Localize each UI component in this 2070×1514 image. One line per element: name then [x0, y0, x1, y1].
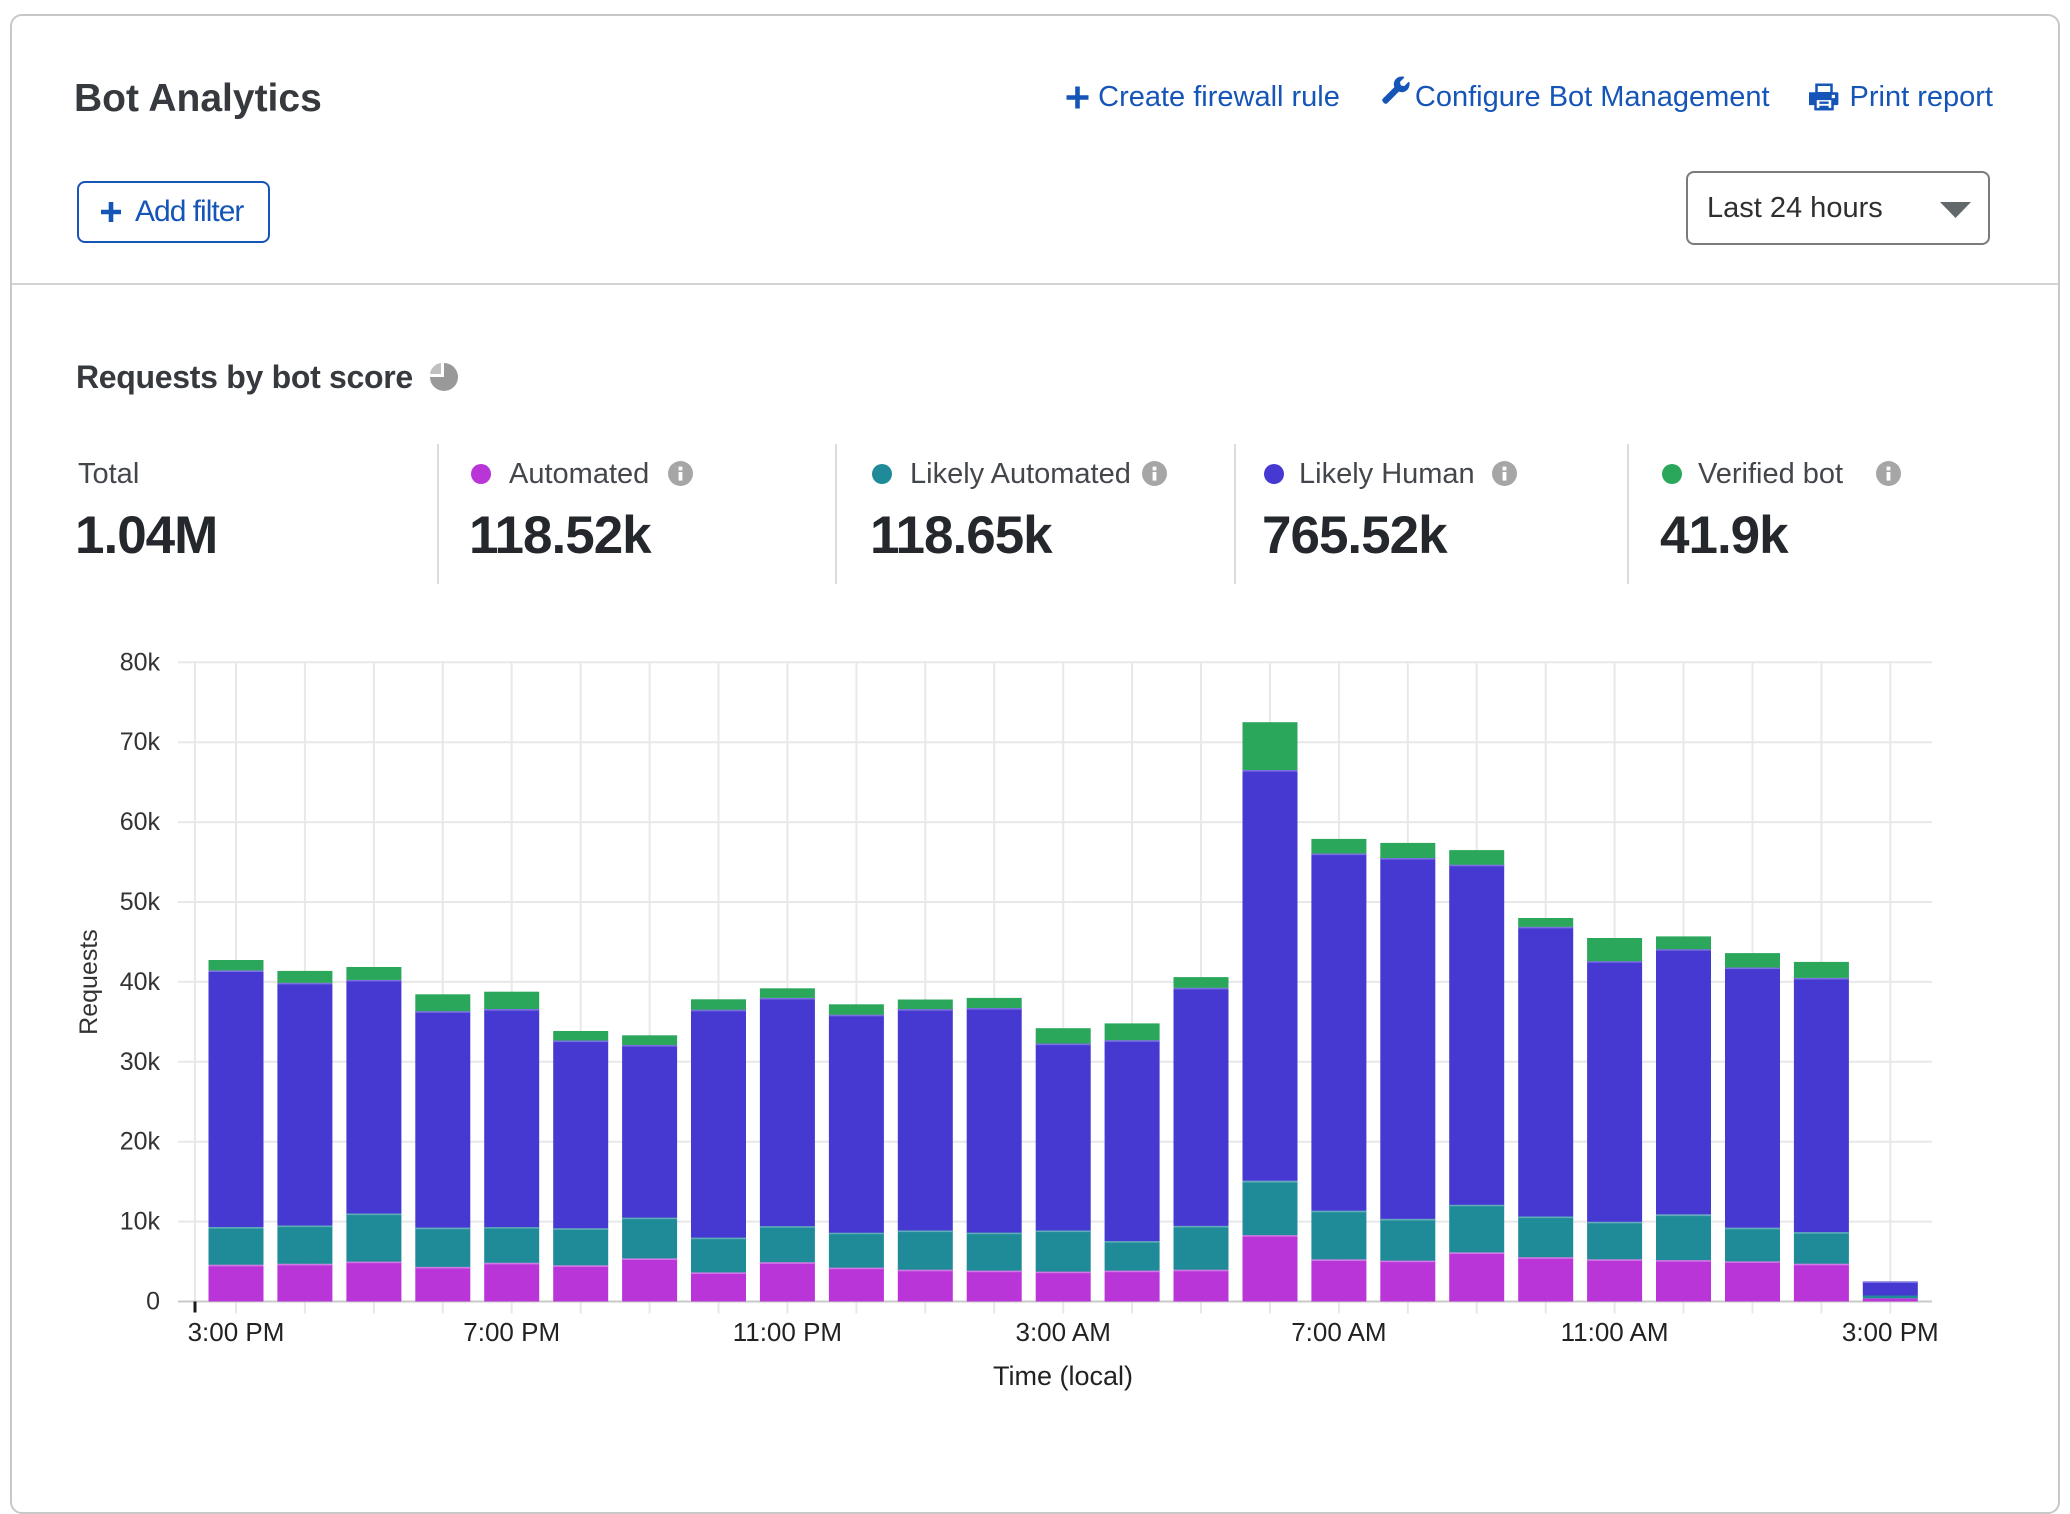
svg-text:20k: 20k: [120, 1128, 161, 1156]
svg-text:11:00 AM: 11:00 AM: [1561, 1317, 1669, 1347]
svg-text:7:00 PM: 7:00 PM: [463, 1317, 560, 1347]
svg-text:11:00 PM: 11:00 PM: [733, 1317, 842, 1347]
svg-text:Requests: Requests: [75, 929, 103, 1035]
svg-text:50k: 50k: [120, 888, 161, 916]
svg-text:Time (local): Time (local): [993, 1361, 1133, 1391]
svg-text:3:00 AM: 3:00 AM: [1015, 1317, 1110, 1347]
svg-text:70k: 70k: [120, 728, 161, 756]
svg-text:30k: 30k: [120, 1048, 161, 1076]
svg-text:3:00 PM: 3:00 PM: [1842, 1317, 1939, 1347]
svg-text:7:00 AM: 7:00 AM: [1291, 1317, 1386, 1347]
svg-text:0: 0: [146, 1288, 160, 1316]
svg-text:3:00 PM: 3:00 PM: [188, 1317, 285, 1347]
svg-text:80k: 80k: [120, 648, 161, 676]
svg-text:40k: 40k: [120, 968, 161, 996]
svg-text:10k: 10k: [120, 1208, 161, 1236]
svg-text:60k: 60k: [120, 808, 161, 836]
